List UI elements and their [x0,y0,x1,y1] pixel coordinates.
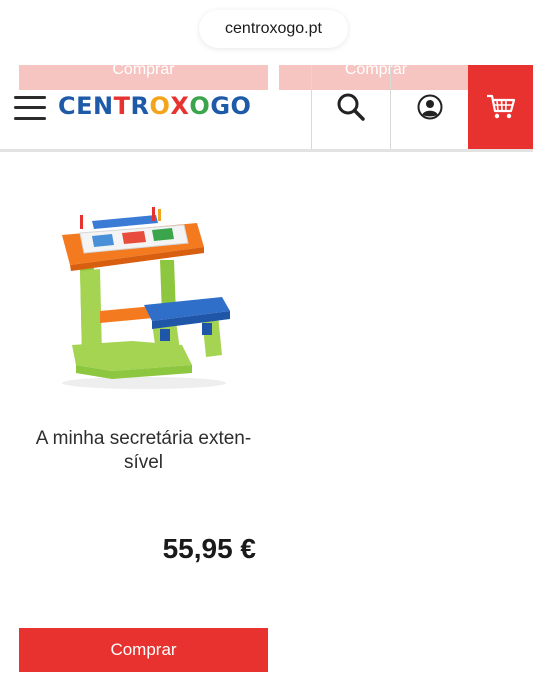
url-text: centroxogo.pt [225,20,322,37]
logo-letter: O [149,92,171,120]
product-name[interactable]: A minha secretária exten- sível [19,427,268,475]
logo-letter: O [189,92,211,120]
address-bar[interactable]: centroxogo.pt [199,10,348,48]
buy-button[interactable]: Comprar [19,628,268,672]
site-logo[interactable]: CENTROXOGO [58,92,251,120]
logo-letter: X [170,92,190,120]
hamburger-icon[interactable] [14,96,46,120]
logo-letter: N [93,92,114,120]
logo-letter: T [113,92,131,120]
search-button[interactable] [312,65,390,149]
logo-letter: C [58,92,77,120]
user-icon [417,94,442,120]
cart-icon [486,94,515,119]
logo-letter: R [130,92,150,120]
logo-letter: G [210,92,231,120]
cart-button[interactable] [468,65,533,149]
logo-letter: O [230,92,252,120]
product-image[interactable] [52,205,236,391]
logo-letter: E [76,92,94,120]
site-header: CENTROXOGO [0,65,533,152]
account-button[interactable] [391,65,468,149]
search-icon [337,93,365,121]
product-price: 55,95 € [162,533,256,564]
buy-button-label: Comprar [110,640,177,659]
